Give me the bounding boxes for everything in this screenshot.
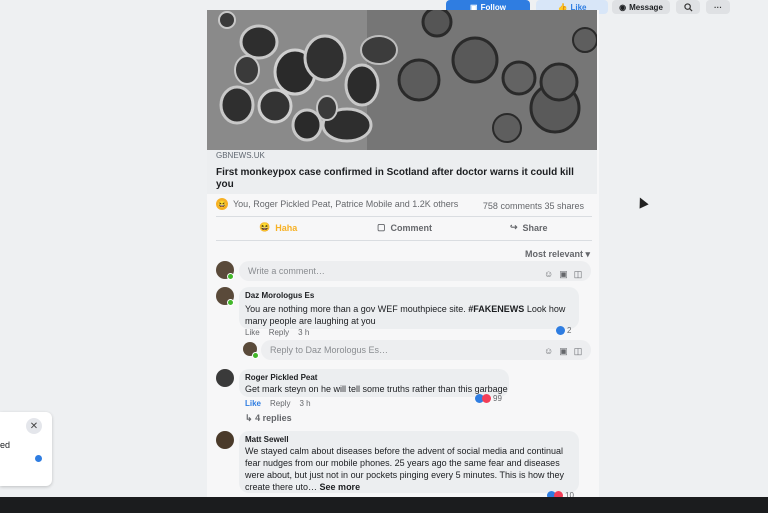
- reply-arrow-icon: ↳: [245, 413, 253, 423]
- reply-input[interactable]: Reply to Daz Morologus Es…: [261, 340, 591, 360]
- close-icon[interactable]: ✕: [26, 418, 42, 434]
- comment-reply-button[interactable]: Reply: [270, 399, 290, 408]
- message-button[interactable]: ◉ Message: [612, 0, 670, 14]
- comment-author[interactable]: Roger Pickled Peat: [245, 373, 317, 382]
- reactors-text[interactable]: You, Roger Pickled Peat, Patrice Mobile …: [233, 199, 458, 209]
- avatar[interactable]: [216, 369, 234, 387]
- haha-reaction-icon: 😆: [216, 198, 228, 210]
- shares-count[interactable]: 35 shares: [544, 201, 584, 211]
- emoji-icon[interactable]: ☺: [544, 346, 553, 357]
- browser-screen: ▣ Follow 👍 Like ◉ Message ··· GBNEWS.UK …: [0, 0, 768, 500]
- share-icon: ↪: [510, 222, 518, 232]
- reply-input-tools: ☺ ▣ ◫: [544, 346, 582, 357]
- comment-text: You are nothing more than a gov WEF mout…: [245, 304, 566, 326]
- comment-meta: Like Reply 3 h: [245, 328, 309, 337]
- comment-reactions[interactable]: 2: [556, 326, 571, 335]
- unread-indicator: [35, 455, 42, 462]
- caret-down-icon: ▾: [585, 249, 591, 259]
- comment-reply-button[interactable]: Reply: [269, 328, 289, 337]
- comment-sort-dropdown[interactable]: Most relevant ▾: [525, 249, 590, 260]
- online-indicator: [227, 273, 234, 280]
- hashtag-link[interactable]: #FAKENEWS: [468, 304, 524, 314]
- more-icon[interactable]: ···: [706, 0, 730, 14]
- comment-time[interactable]: 3 h: [298, 328, 309, 337]
- haha-reaction-button[interactable]: 😆 Haha: [259, 222, 297, 233]
- photo-icon[interactable]: ▣: [559, 346, 568, 357]
- link-headline[interactable]: First monkeypox case confirmed in Scotla…: [216, 167, 586, 191]
- view-replies-link[interactable]: ↳ 4 replies: [245, 413, 292, 424]
- sticker-icon[interactable]: ◫: [574, 269, 583, 280]
- comment-like-button[interactable]: Like: [245, 328, 260, 337]
- mouse-cursor: [635, 195, 649, 209]
- post-card: GBNEWS.UK First monkeypox case confirmed…: [207, 10, 599, 500]
- online-indicator: [252, 352, 259, 359]
- share-button[interactable]: ↪ Share: [510, 222, 548, 233]
- comment-reactions[interactable]: 99: [475, 394, 502, 403]
- side-popup: ✕ ed: [0, 412, 52, 486]
- comment-author[interactable]: Matt Sewell: [245, 435, 289, 444]
- reactions-summary[interactable]: 😆 You, Roger Pickled Peat, Patrice Mobil…: [216, 198, 592, 214]
- emoji-icon[interactable]: ☺: [544, 269, 553, 280]
- love-reaction-icon: [482, 394, 491, 403]
- divider: [216, 240, 592, 241]
- comment-like-button[interactable]: Like: [245, 399, 261, 408]
- comment-button[interactable]: ▢ Comment: [377, 222, 432, 233]
- photo-icon[interactable]: ▣: [559, 269, 568, 280]
- see-more-link[interactable]: See more: [320, 482, 361, 492]
- comments-count[interactable]: 758 comments: [483, 201, 542, 211]
- comment-input-tools: ☺ ▣ ◫: [544, 269, 582, 280]
- sticker-icon[interactable]: ◫: [574, 346, 583, 357]
- haha-icon: 😆: [259, 222, 271, 232]
- avatar[interactable]: [216, 431, 234, 449]
- monitor-bezel: [0, 497, 768, 513]
- post-image[interactable]: [207, 10, 597, 150]
- online-indicator: [227, 299, 234, 306]
- popup-text: ed: [0, 440, 11, 450]
- comment-time[interactable]: 3 h: [299, 399, 310, 408]
- like-reaction-icon: [556, 326, 565, 335]
- engagement-counts: 758 comments 35 shares: [483, 201, 584, 211]
- search-icon[interactable]: [676, 0, 700, 14]
- divider: [216, 216, 592, 217]
- comment-author[interactable]: Daz Morologus Es: [245, 291, 314, 300]
- write-comment-input[interactable]: Write a comment…: [239, 261, 591, 281]
- comment-icon: ▢: [377, 222, 386, 232]
- messenger-icon: ◉: [619, 2, 627, 12]
- comment-meta: Like Reply 3 h: [245, 399, 311, 408]
- comment-text: We stayed calm about diseases before the…: [245, 446, 565, 492]
- link-source: GBNEWS.UK: [216, 151, 265, 160]
